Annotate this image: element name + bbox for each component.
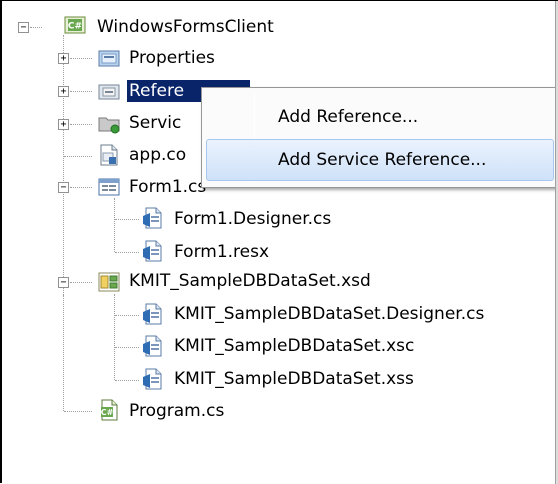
- tree-line: [114, 294, 115, 380]
- tree-label: Program.cs: [129, 401, 225, 421]
- tree-line: [64, 411, 92, 412]
- cs-file-icon: [143, 240, 162, 262]
- tree-item-dataset-xss[interactable]: KMIT_SampleDBDataSet.xss: [172, 365, 416, 393]
- svg-text:C#: C#: [68, 22, 82, 32]
- tree-label: Form1.cs: [129, 177, 207, 197]
- tree-label: WindowsFormsClient: [97, 17, 274, 37]
- menu-item-label: Add Reference...: [278, 107, 419, 127]
- dataset-icon: [98, 272, 120, 292]
- tree-label: Form1.resx: [174, 242, 270, 262]
- svg-text:C#: C#: [101, 408, 114, 417]
- tree-line: [70, 282, 92, 283]
- service-references-folder-icon: [98, 117, 120, 134]
- tree-item-dataset[interactable]: KMIT_SampleDBDataSet.xsd: [127, 267, 373, 295]
- expand-toggle[interactable]: +: [58, 53, 69, 64]
- tree-label: KMIT_SampleDBDataSet.xss: [174, 369, 414, 389]
- csharp-file-icon: C#: [101, 399, 118, 421]
- tree-line: [70, 124, 92, 125]
- tree-label: Servic: [129, 113, 182, 133]
- collapse-toggle[interactable]: −: [18, 22, 29, 33]
- cs-file-icon: [143, 335, 162, 357]
- cs-file-icon: [143, 368, 162, 390]
- properties-folder-icon: [98, 50, 120, 67]
- tree-line: [115, 219, 139, 220]
- menu-item-add-reference[interactable]: Add Reference...: [206, 96, 554, 138]
- tree-root[interactable]: WindowsFormsClient: [95, 13, 276, 41]
- collapse-toggle[interactable]: −: [58, 277, 69, 288]
- tree-line: [64, 156, 92, 157]
- tree-line: [63, 35, 64, 295]
- tree-label: Form1.Designer.cs: [174, 209, 332, 229]
- tree-line: [115, 315, 139, 316]
- tree-label: KMIT_SampleDBDataSet.Designer.cs: [174, 304, 485, 324]
- cs-file-icon: [143, 207, 162, 229]
- collapse-toggle[interactable]: −: [58, 182, 69, 193]
- menu-item-add-service-reference[interactable]: Add Service Reference...: [206, 139, 554, 181]
- tree-line: [70, 187, 92, 188]
- tree-item-form1-resx[interactable]: Form1.resx: [172, 238, 271, 266]
- tree-label: app.co: [129, 145, 187, 165]
- tree-item-app-config[interactable]: app.co: [127, 141, 188, 169]
- context-menu: Add Reference... Add Service Reference..…: [201, 87, 558, 188]
- tree-line: [70, 58, 92, 59]
- tree-line: [115, 252, 139, 253]
- tree-line: [30, 27, 42, 28]
- expand-toggle[interactable]: +: [58, 119, 69, 130]
- tree-line: [114, 198, 115, 252]
- tree-line: [115, 347, 139, 348]
- tree-item-dataset-xsc[interactable]: KMIT_SampleDBDataSet.xsc: [172, 332, 416, 360]
- menu-item-label: Add Service Reference...: [278, 150, 487, 170]
- tree-item-dataset-designer[interactable]: KMIT_SampleDBDataSet.Designer.cs: [172, 300, 486, 328]
- csharp-project-icon: C#: [64, 16, 86, 34]
- tree-label: Properties: [129, 48, 215, 68]
- tree-label: KMIT_SampleDBDataSet.xsc: [174, 336, 415, 356]
- tree-item-form1[interactable]: Form1.cs: [127, 173, 208, 201]
- tree-label: KMIT_SampleDBDataSet.xsd: [129, 271, 371, 291]
- tree-item-service-references[interactable]: Servic: [127, 109, 183, 137]
- form-icon: [98, 178, 120, 196]
- solution-explorer-panel: − C# WindowsFormsClient + Properties + R…: [0, 0, 558, 484]
- references-folder-icon: [98, 84, 120, 100]
- tree-item-properties[interactable]: Properties: [127, 44, 217, 72]
- tree-line: [115, 380, 139, 381]
- cs-file-icon: [143, 303, 162, 325]
- tree-line: [63, 295, 64, 411]
- expand-toggle[interactable]: +: [58, 86, 69, 97]
- tree-item-program[interactable]: Program.cs: [127, 397, 226, 425]
- tree-item-form1-designer[interactable]: Form1.Designer.cs: [172, 205, 333, 233]
- config-file-icon: [100, 144, 118, 166]
- tree-line: [70, 91, 92, 92]
